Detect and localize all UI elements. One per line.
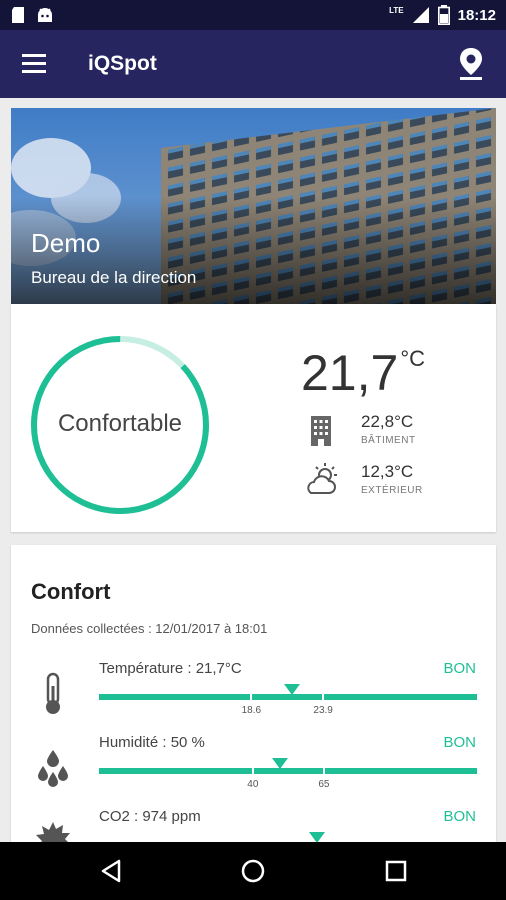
outdoor-temperature-label: EXTÉRIEUR xyxy=(361,485,423,496)
comfort-details-card: Confort Données collectées : 12/01/2017 … xyxy=(11,545,496,845)
indoor-temperature-unit: °C xyxy=(400,346,426,371)
battery-icon xyxy=(437,5,450,25)
building-temperature-label: BÂTIMENT xyxy=(361,435,416,446)
recents-icon[interactable] xyxy=(383,858,409,884)
thermometer-icon xyxy=(46,672,60,714)
range-tick xyxy=(250,690,253,704)
signal-icon xyxy=(412,7,429,23)
metric-label: CO2 : 974 ppm xyxy=(99,808,201,825)
building-icon xyxy=(311,416,331,446)
partly-cloudy-icon xyxy=(307,463,337,494)
range-bar: 18.6 23.9 xyxy=(99,684,477,716)
outdoor-temperature-value: 12,3°C xyxy=(361,462,414,481)
current-value-marker xyxy=(284,684,301,695)
building-temperature-value: 22,8°C xyxy=(361,412,414,431)
app-bar: iQSpot xyxy=(0,30,506,98)
navigation-bar xyxy=(0,842,506,900)
back-icon[interactable] xyxy=(99,858,125,884)
indoor-temperature-value: 21,7 xyxy=(301,345,399,401)
range-tick xyxy=(251,764,254,778)
range-bar: 40 65 xyxy=(99,758,477,790)
site-name: Demo xyxy=(31,228,101,258)
outdoor-temperature: 12,3°C EXTÉRIEUR xyxy=(303,462,423,498)
comfort-status-label: Confortable xyxy=(57,410,183,437)
clock: 18:12 xyxy=(457,6,496,24)
range-tick-label: 18.6 xyxy=(241,705,262,716)
metric-humidity[interactable]: Humidité : 50 % BON 40 65 xyxy=(11,734,496,806)
range-tick-label: 40 xyxy=(247,779,259,790)
water-drops-icon xyxy=(38,750,68,787)
room-name: Bureau de la direction xyxy=(31,268,197,287)
range-tick xyxy=(322,764,325,778)
indoor-temperature: 21,7°C xyxy=(301,344,425,402)
location-pin-icon[interactable] xyxy=(458,47,484,81)
metric-label: Température : 21,7°C xyxy=(99,660,242,677)
app-title: iQSpot xyxy=(88,52,157,75)
collection-timestamp: Données collectées : 12/01/2017 à 18:01 xyxy=(31,621,268,636)
range-tick xyxy=(322,690,325,704)
home-icon[interactable] xyxy=(240,858,266,884)
metric-label: Humidité : 50 % xyxy=(99,734,205,751)
section-title: Confort xyxy=(31,579,111,604)
metric-temperature[interactable]: Température : 21,7°C BON 18.6 23.9 xyxy=(11,660,496,732)
comfort-summary-card: Confortable 21,7°C 22,8°C BÂTIMENT 12,3°… xyxy=(11,304,496,532)
range-tick-label: 23.9 xyxy=(313,705,333,716)
network-type: LTE xyxy=(389,5,404,15)
menu-icon[interactable] xyxy=(22,54,46,74)
metric-status: BON xyxy=(443,734,476,751)
status-bar: LTE 18:12 xyxy=(0,0,506,30)
metric-co2[interactable]: CO2 : 974 ppm BON xyxy=(11,808,496,845)
sd-card-icon xyxy=(12,7,24,23)
metric-status: BON xyxy=(443,660,476,677)
android-icon xyxy=(38,8,52,22)
building-temperature: 22,8°C BÂTIMENT xyxy=(303,412,416,448)
range-tick-label: 65 xyxy=(318,779,330,790)
metric-status: BON xyxy=(443,808,476,825)
current-value-marker xyxy=(272,758,289,769)
site-header-card[interactable]: Demo Bureau de la direction xyxy=(11,108,496,304)
